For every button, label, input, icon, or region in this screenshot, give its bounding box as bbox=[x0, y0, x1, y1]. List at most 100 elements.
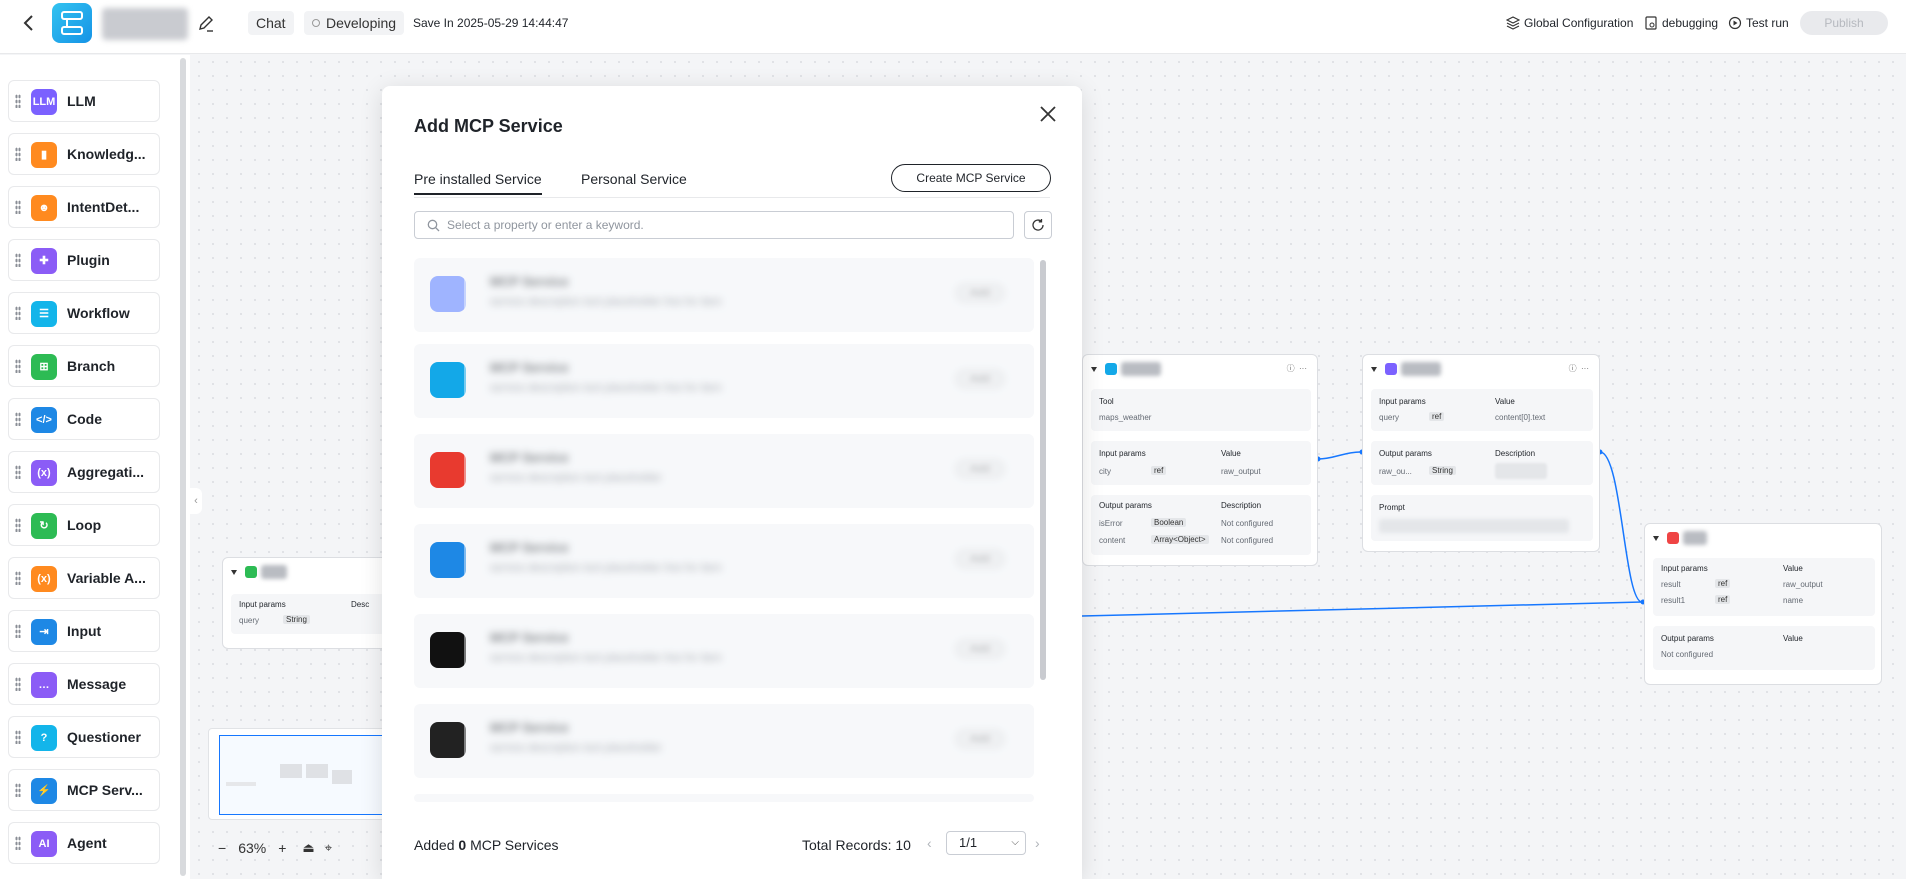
param-value: name bbox=[1783, 596, 1804, 605]
collapse-triangle-icon[interactable] bbox=[1091, 366, 1097, 372]
zoom-level: 63% bbox=[238, 840, 267, 856]
output-params-label: Output params bbox=[1379, 449, 1432, 458]
input-params-label: Input params bbox=[1379, 397, 1426, 406]
service-card[interactable]: MCP Service service description text plac… bbox=[414, 434, 1034, 508]
modal-footer: Added 0 MCP Services Total Records: 10 ‹… bbox=[382, 821, 1082, 869]
modal-title: Add MCP Service bbox=[414, 116, 563, 136]
added-count-text: Added 0 MCP Services bbox=[414, 837, 559, 853]
search-icon bbox=[427, 219, 440, 232]
output-params-label: Output params bbox=[1661, 634, 1714, 643]
llm-node-icon bbox=[1385, 363, 1397, 375]
param-name: result1 bbox=[1661, 596, 1686, 605]
start-node-card[interactable]: Input params Desc query String bbox=[222, 557, 392, 649]
prompt-text-blurred bbox=[1379, 519, 1569, 533]
swirl-logo bbox=[430, 722, 466, 758]
param-name: query bbox=[239, 616, 260, 625]
output-name: isError bbox=[1099, 519, 1123, 528]
tab-divider bbox=[414, 197, 1050, 198]
prompt-section: Prompt bbox=[1371, 495, 1593, 541]
node-title-blurred bbox=[1683, 531, 1707, 545]
output-name: content bbox=[1099, 536, 1126, 545]
create-mcp-service-button[interactable]: Create MCP Service bbox=[891, 164, 1051, 192]
service-card[interactable]: MCP Service service description text plac… bbox=[414, 614, 1034, 688]
value-label: Value bbox=[1783, 564, 1803, 573]
fit-view-icon[interactable]: ⏏ bbox=[302, 840, 314, 856]
input-params-label: Input params bbox=[239, 600, 286, 609]
node-title-blurred bbox=[261, 565, 287, 579]
minimap-viewport[interactable] bbox=[219, 735, 389, 815]
output-type-tag: Boolean bbox=[1151, 518, 1187, 527]
search-input[interactable] bbox=[447, 216, 1007, 234]
start-play-icon bbox=[245, 566, 257, 578]
input-params-section: Input params Value query ref content[0].… bbox=[1371, 389, 1593, 431]
blur-veil bbox=[464, 524, 1034, 598]
service-card-partial[interactable] bbox=[414, 794, 1034, 802]
description-label: Description bbox=[1221, 501, 1262, 510]
service-card[interactable]: MCP Service service description text plac… bbox=[414, 258, 1034, 332]
ref-tag: ref bbox=[1715, 595, 1731, 604]
input-params-section: Input params Desc query String bbox=[231, 594, 385, 634]
collapse-triangle-icon[interactable] bbox=[1653, 535, 1659, 541]
service-card[interactable]: MCP Service service description text plac… bbox=[414, 524, 1034, 598]
input-params-label: Input params bbox=[1099, 449, 1146, 458]
ref-tag: ref bbox=[1715, 579, 1731, 588]
tool-section: Tool maps_weather bbox=[1091, 389, 1311, 431]
added-suffix: MCP Services bbox=[470, 837, 559, 853]
ref-tag: ref bbox=[1429, 412, 1445, 421]
value-label: Value bbox=[1221, 449, 1241, 458]
blur-veil bbox=[464, 434, 1034, 508]
minimap-preview bbox=[226, 764, 352, 786]
zoom-in-icon[interactable]: + bbox=[278, 840, 286, 856]
node-actions-more-icon[interactable]: ⓘ ··· bbox=[1287, 363, 1307, 374]
prompt-label: Prompt bbox=[1379, 503, 1405, 512]
param-type-tag: String bbox=[283, 615, 310, 624]
railway-logo bbox=[430, 452, 466, 488]
output-params-section: Output params Value Not configured bbox=[1653, 626, 1875, 670]
chevron-down-icon: ⌵ bbox=[1011, 837, 1019, 848]
page-select[interactable]: 1/1 ⌵ bbox=[946, 831, 1026, 855]
mcp-tool-node-card[interactable]: ⓘ ··· Tool maps_weather Input params Val… bbox=[1082, 354, 1318, 566]
tool-label: Tool bbox=[1099, 397, 1114, 406]
end-node-card[interactable]: Input params Value result ref raw_output… bbox=[1644, 523, 1882, 685]
output-description: Not configured bbox=[1221, 536, 1274, 545]
service-list-scrollbar[interactable] bbox=[1040, 260, 1046, 680]
description-label: Description bbox=[1495, 449, 1536, 458]
blur-veil bbox=[464, 344, 1034, 418]
edge-tool-to-llm bbox=[1317, 451, 1361, 460]
locate-crosshair-icon[interactable]: ⌖ bbox=[325, 840, 332, 856]
input-params-label: Input params bbox=[1661, 564, 1708, 573]
input-params-section: Input params Value result ref raw_output… bbox=[1653, 558, 1875, 616]
total-records: Total Records: 10 bbox=[802, 837, 911, 853]
service-card[interactable]: MCP Service service description text plac… bbox=[414, 704, 1034, 778]
cluster-logo bbox=[430, 276, 466, 312]
node-actions-more-icon[interactable]: ⓘ ··· bbox=[1569, 363, 1589, 374]
value-label: Value bbox=[1495, 397, 1515, 406]
llm-node-card[interactable]: ⓘ ··· Input params Value query ref conte… bbox=[1362, 354, 1600, 552]
ref-tag: ref bbox=[1151, 466, 1167, 475]
collapse-triangle-icon[interactable] bbox=[231, 569, 237, 575]
node-title-blurred bbox=[1121, 362, 1161, 376]
end-stop-icon bbox=[1667, 532, 1679, 544]
added-prefix: Added bbox=[414, 837, 455, 853]
bing-logo bbox=[430, 542, 466, 578]
param-value: content[0].text bbox=[1495, 413, 1546, 422]
refresh-button[interactable] bbox=[1024, 211, 1052, 239]
next-page-chevron-icon[interactable]: › bbox=[1035, 835, 1040, 851]
output-name: raw_ou... bbox=[1379, 467, 1412, 476]
prev-page-chevron-icon[interactable]: ‹ bbox=[927, 835, 932, 851]
param-value: raw_output bbox=[1783, 580, 1823, 589]
collapse-triangle-icon[interactable] bbox=[1371, 366, 1377, 372]
service-card[interactable]: MCP Service service description text plac… bbox=[414, 344, 1034, 418]
tab-personal-service[interactable]: Personal Service bbox=[581, 171, 687, 187]
zoom-out-icon[interactable]: − bbox=[218, 840, 226, 856]
output-params-section: Output params Description isError Boolea… bbox=[1091, 495, 1311, 555]
blur-veil bbox=[464, 614, 1034, 688]
close-icon[interactable] bbox=[1036, 102, 1060, 126]
output-type-tag: String bbox=[1429, 466, 1456, 475]
output-type-tag: Array<Object> bbox=[1151, 535, 1209, 544]
canvas-minimap[interactable] bbox=[208, 728, 389, 820]
search-field[interactable] bbox=[414, 211, 1014, 239]
tab-pre-installed-service[interactable]: Pre installed Service bbox=[414, 171, 542, 195]
added-count: 0 bbox=[458, 837, 467, 853]
add-mcp-service-modal: Add MCP Service Pre installed Service Pe… bbox=[382, 86, 1082, 879]
